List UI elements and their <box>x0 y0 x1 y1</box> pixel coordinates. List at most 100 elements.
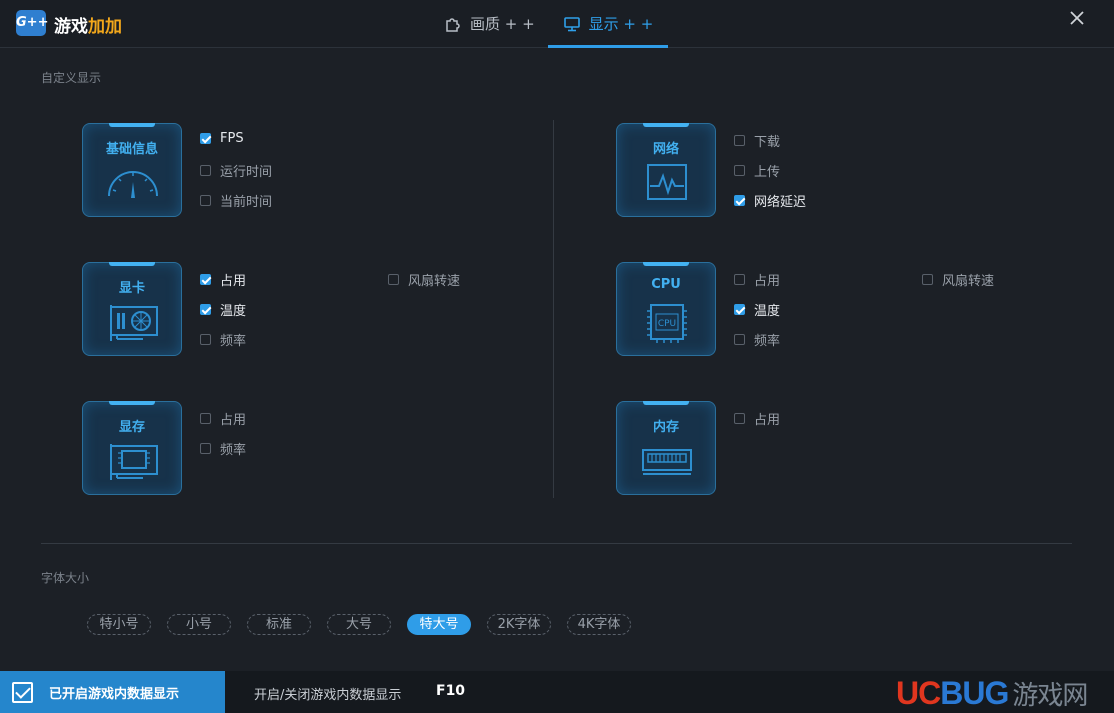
font-size-option[interactable]: 4K字体 <box>567 614 631 635</box>
footer-bar: 已开启游戏内数据显示 开启/关闭游戏内数据显示 F10 UCBUG 游戏网 <box>0 671 1114 713</box>
option-gpu-frequency[interactable]: 频率 <box>200 330 246 349</box>
card-basic-info-title: 基础信息 <box>105 142 158 157</box>
checkbox[interactable] <box>12 681 33 703</box>
card-cpu-title: CPU <box>651 277 681 292</box>
network-graph-icon <box>647 164 687 200</box>
graphics-card-icon <box>110 305 158 341</box>
option-cpu-temperature[interactable]: 温度 <box>734 300 780 319</box>
option-upload[interactable]: 上传 <box>734 161 780 180</box>
hotkey-key[interactable]: F10 <box>436 683 465 699</box>
option-cpu-frequency[interactable]: 频率 <box>734 330 780 349</box>
option-vram-usage[interactable]: 占用 <box>200 409 246 428</box>
font-size-option-selected[interactable]: 特大号 <box>407 614 471 635</box>
watermark-logo: UCBUG 游戏网 <box>896 675 1088 712</box>
option-label: 温度 <box>220 304 247 319</box>
option-label: 当前时间 <box>220 195 273 210</box>
card-memory-title: 内存 <box>652 420 679 435</box>
font-size-option[interactable]: 标准 <box>247 614 311 635</box>
option-label: 运行时间 <box>220 165 273 180</box>
gauge-icon <box>108 171 158 198</box>
close-icon[interactable] <box>1067 8 1087 28</box>
checkbox[interactable] <box>200 195 211 206</box>
option-label: 占用 <box>754 274 781 289</box>
tab-quality[interactable]: 画质 + + <box>444 0 535 48</box>
option-gpu-temperature[interactable]: 温度 <box>200 300 246 319</box>
tab-display[interactable]: 显示 + + <box>548 0 668 48</box>
checkbox[interactable] <box>734 195 745 206</box>
checkbox[interactable] <box>388 274 399 285</box>
checkbox[interactable] <box>200 413 211 424</box>
app-title-accent: 加加 <box>88 17 122 37</box>
font-size-option[interactable]: 小号 <box>167 614 231 635</box>
option-vram-frequency[interactable]: 频率 <box>200 439 246 458</box>
option-memory-usage[interactable]: 占用 <box>734 409 780 428</box>
option-fps[interactable]: FPS <box>200 131 244 146</box>
checkbox[interactable] <box>734 135 745 146</box>
watermark-part-c: 游戏网 <box>1012 680 1088 710</box>
toggle-label: 已开启游戏内数据显示 <box>49 686 180 702</box>
option-label: 风扇转速 <box>408 274 461 289</box>
card-vram: 显存 <box>82 401 182 495</box>
card-cpu: CPU CPU <box>616 262 716 356</box>
option-run-time[interactable]: 运行时间 <box>200 161 272 180</box>
option-label: 频率 <box>754 334 781 349</box>
option-label: 占用 <box>220 274 247 289</box>
checkbox[interactable] <box>734 304 745 315</box>
option-label: 占用 <box>754 413 781 428</box>
watermark-part-b: BUG <box>940 675 1009 711</box>
watermark-part-a: UC <box>896 675 941 711</box>
option-cpu-fan-speed[interactable]: 风扇转速 <box>922 270 994 289</box>
card-network-title: 网络 <box>652 142 679 157</box>
card-vram-title: 显存 <box>118 420 145 435</box>
option-label: 温度 <box>754 304 781 319</box>
hotkey-description: 开启/关闭游戏内数据显示 <box>254 688 402 703</box>
checkbox[interactable] <box>734 413 745 424</box>
card-network: 网络 <box>616 123 716 217</box>
app-title: 游戏加加 <box>54 12 122 37</box>
option-label: 上传 <box>754 165 781 180</box>
font-size-option[interactable]: 2K字体 <box>487 614 551 635</box>
option-gpu-fan-speed[interactable]: 风扇转速 <box>388 270 460 289</box>
in-game-display-toggle[interactable]: 已开启游戏内数据显示 <box>0 671 225 713</box>
option-download[interactable]: 下载 <box>734 131 780 150</box>
option-label: 频率 <box>220 334 247 349</box>
option-label: 风扇转速 <box>942 274 995 289</box>
font-size-label: 字体大小 <box>41 571 90 585</box>
option-gpu-usage[interactable]: 占用 <box>200 270 246 289</box>
checkbox[interactable] <box>200 165 211 176</box>
option-label: 网络延迟 <box>754 195 807 210</box>
checkbox[interactable] <box>200 443 211 454</box>
option-network-latency[interactable]: 网络延迟 <box>734 191 806 210</box>
font-size-option[interactable]: 大号 <box>327 614 391 635</box>
app-logo: G++ <box>16 10 48 36</box>
app-title-main: 游戏 <box>54 17 88 37</box>
card-memory: 内存 <box>616 401 716 495</box>
checkbox[interactable] <box>200 304 211 315</box>
vram-board-icon <box>110 444 158 480</box>
checkbox[interactable] <box>922 274 933 285</box>
checkbox[interactable] <box>200 133 211 144</box>
cpu-chip-icon: CPU <box>647 304 687 343</box>
monitor-icon <box>563 17 580 32</box>
tab-quality-label: 画质 + + <box>470 15 535 33</box>
section-divider <box>41 543 1072 544</box>
checkbox[interactable] <box>734 334 745 345</box>
cpu-chip-text: CPU <box>658 319 676 329</box>
card-basic-info: 基础信息 <box>82 123 182 217</box>
card-gpu: 显卡 <box>82 262 182 356</box>
font-size-option[interactable]: 特小号 <box>87 614 151 635</box>
option-label: 占用 <box>220 413 247 428</box>
checkbox[interactable] <box>200 274 211 285</box>
option-current-time[interactable]: 当前时间 <box>200 191 272 210</box>
checkbox[interactable] <box>734 165 745 176</box>
puzzle-icon <box>446 18 460 32</box>
title-bar: G++ 游戏加加 画质 + + 显示 + + <box>0 0 1114 48</box>
checkbox[interactable] <box>200 334 211 345</box>
column-divider <box>553 120 554 498</box>
tab-display-label: 显示 + + <box>588 15 654 33</box>
option-label: FPS <box>220 131 244 146</box>
option-cpu-usage[interactable]: 占用 <box>734 270 780 289</box>
ram-stick-icon <box>642 449 692 475</box>
card-gpu-title: 显卡 <box>118 281 145 296</box>
checkbox[interactable] <box>734 274 745 285</box>
